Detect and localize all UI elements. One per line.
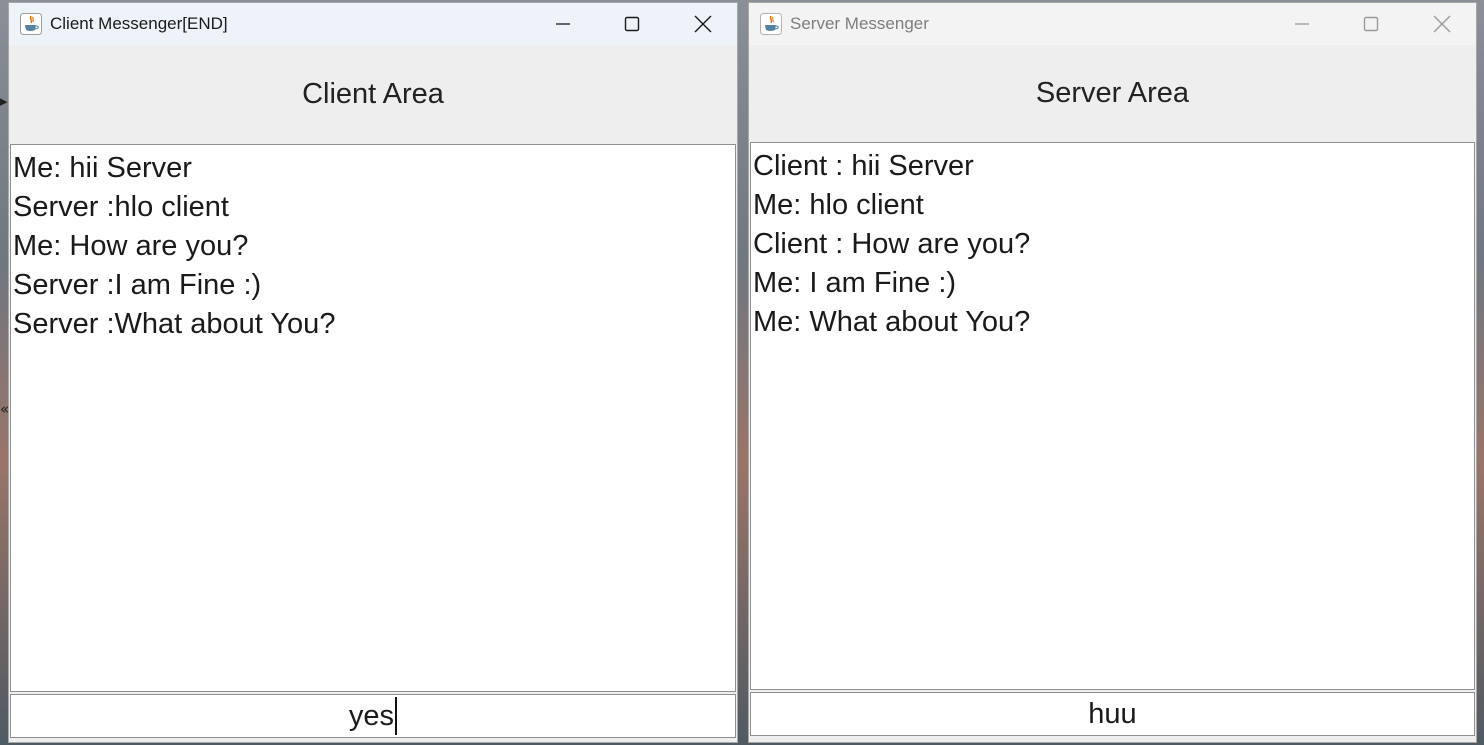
chat-message: Me: hii Server	[13, 152, 192, 184]
chat-message: Me: How are you?	[13, 230, 249, 262]
client-area-header: Client Area	[9, 45, 737, 144]
server-messenger-window: Server Messenger Server Area Client : hi…	[748, 2, 1477, 743]
window-title: Server Messenger	[790, 14, 929, 33]
server-area-header: Server Area	[749, 45, 1476, 142]
text-caret	[395, 697, 398, 735]
close-button[interactable]	[1412, 3, 1472, 45]
client-chat-log[interactable]: Me: hii Server Server :hlo client Me: Ho…	[10, 144, 736, 692]
client-messenger-window: Client Messenger[END] Client Area Me: hi…	[8, 2, 738, 743]
client-message-input[interactable]: yes	[10, 694, 736, 738]
chat-message: Client : hii Server	[753, 150, 974, 182]
chat-message: Me: hlo client	[753, 189, 924, 221]
maximize-icon	[1363, 16, 1379, 32]
input-value: huu	[1088, 697, 1137, 730]
input-value: yes	[348, 699, 395, 732]
close-icon	[694, 15, 712, 33]
maximize-button[interactable]	[1341, 3, 1401, 45]
java-cup-icon[interactable]	[760, 13, 782, 35]
chat-message: Server :What about You?	[13, 308, 336, 340]
maximize-icon	[624, 16, 640, 32]
maximize-button[interactable]	[602, 3, 662, 45]
minimize-button[interactable]	[533, 3, 593, 45]
close-button[interactable]	[673, 3, 733, 45]
close-icon	[1433, 15, 1451, 33]
server-message-input[interactable]: huu	[750, 692, 1475, 736]
chat-message: Server :hlo client	[13, 191, 229, 223]
chat-message: Server :I am Fine :)	[13, 269, 262, 301]
minimize-button[interactable]	[1272, 3, 1332, 45]
chat-message: Me: I am Fine :)	[753, 267, 957, 299]
chat-message: Client : How are you?	[753, 228, 1031, 260]
minimize-icon	[556, 23, 570, 25]
minimize-icon	[1295, 23, 1309, 25]
client-titlebar[interactable]: Client Messenger[END]	[9, 3, 737, 45]
server-titlebar[interactable]: Server Messenger	[749, 3, 1476, 45]
window-title: Client Messenger[END]	[50, 14, 228, 33]
java-cup-icon[interactable]	[20, 13, 42, 35]
chat-message: Me: What about You?	[753, 306, 1031, 338]
desktop-edge-fragment: ▸	[0, 92, 8, 110]
server-chat-log[interactable]: Client : hii Server Me: hlo client Clien…	[750, 142, 1475, 690]
